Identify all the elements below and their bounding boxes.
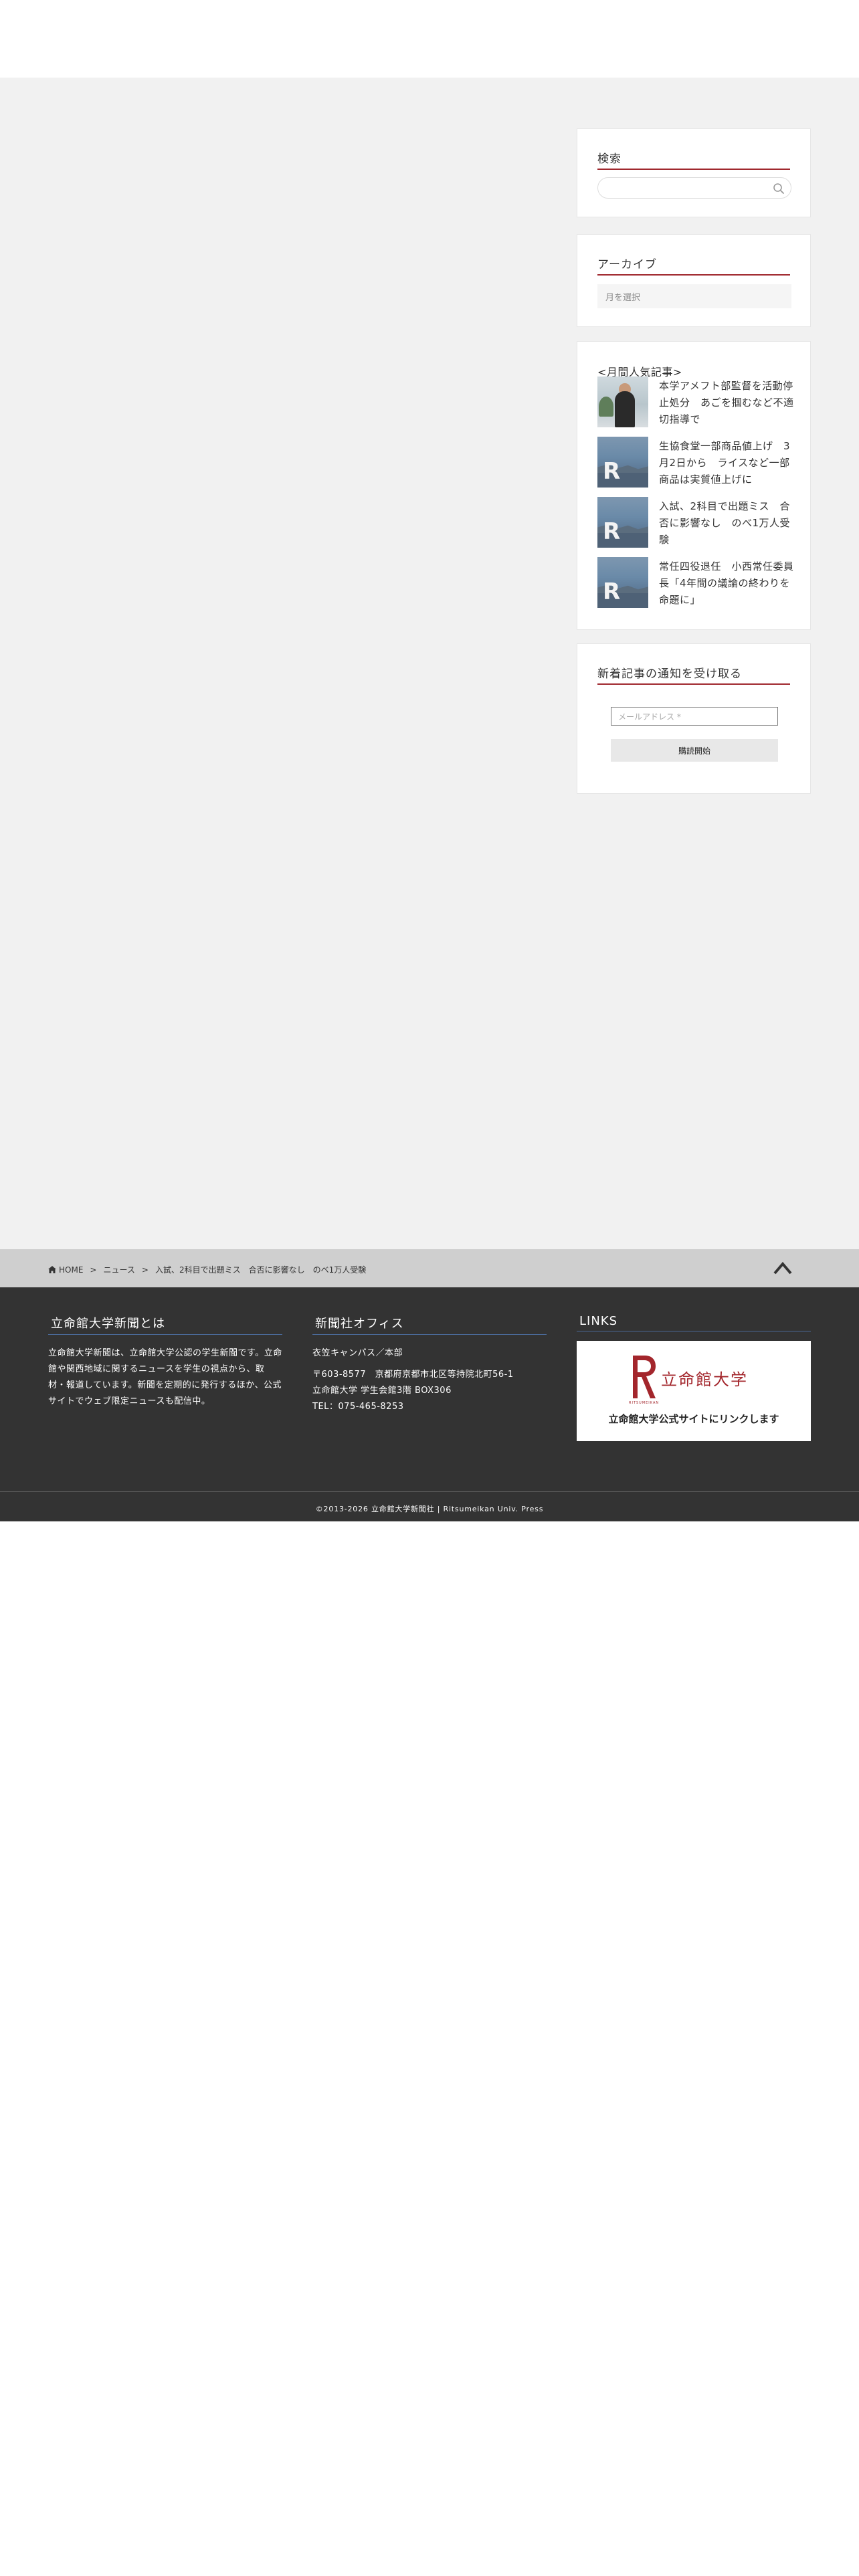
breadcrumb-separator: > (141, 1265, 149, 1275)
notification-widget: 新着記事の通知を受け取る メールアドレス * 購読開始 (577, 643, 811, 794)
article-thumbnail[interactable]: R (597, 497, 648, 548)
popular-article-item[interactable]: R 生協食堂一部商品値上げ 3月2日から ライスなど一部商品は実質値上げに (597, 437, 795, 489)
breadcrumb: HOME > ニュース > 入試、2科目で出題ミス 合否に影響なし のべ1万人受… (48, 1264, 366, 1275)
office-campus: 衣笠キャンパス／本部 (312, 1348, 403, 1358)
site-footer: 立命館大学新聞とは 立命館大学新聞は、立命館大学公認の学生新聞です。立命館や関西… (0, 1287, 859, 1491)
office-tel: TEL：075-465-8253 (312, 1402, 404, 1412)
article-title-link[interactable]: 入試、2科目で出題ミス 合否に影響なし のべ1万人受験 (659, 498, 796, 548)
search-icon[interactable] (772, 182, 785, 195)
breadcrumb-bar: HOME > ニュース > 入試、2科目で出題ミス 合否に影響なし のべ1万人受… (0, 1249, 859, 1287)
article-title-link[interactable]: 生協食堂一部商品値上げ 3月2日から ライスなど一部商品は実質値上げに (659, 438, 796, 488)
article-thumbnail[interactable]: R (597, 437, 648, 488)
breadcrumb-separator: > (90, 1265, 97, 1275)
university-logo-icon (633, 1356, 656, 1398)
footer-about-title: 立命館大学新聞とは (48, 1314, 282, 1335)
popular-article-item[interactable]: R 常任四役退任 小西常任委員長「4年間の議論の終わりを命題に」 (597, 557, 795, 609)
breadcrumb-current: 入試、2科目で出題ミス 合否に影響なし のべ1万人受験 (155, 1265, 367, 1275)
footer-about: 立命館大学新聞とは 立命館大学新聞は、立命館大学公認の学生新聞です。立命館や関西… (48, 1314, 282, 1410)
home-icon (48, 1266, 56, 1273)
footer-about-text: 立命館大学新聞は、立命館大学公認の学生新聞です。立命館や関西地域に関するニュース… (48, 1348, 282, 1406)
archive-widget: アーカイブ 月を選択 (577, 234, 811, 327)
university-site-banner[interactable]: 立命館大学 RITSUMEIKAN 立命館大学公式サイトにリンクします (577, 1341, 811, 1441)
popular-article-item[interactable]: 本学アメフト部監督を活動停止処分 あごを掴むなど不適切指導で (597, 377, 795, 429)
search-widget: 検索 (577, 128, 811, 217)
banner-tagline: 立命館大学公式サイトにリンクします (608, 1413, 779, 1425)
popular-articles-widget: <月間人気記事> 本学アメフト部監督を活動停止処分 あごを掴むなど不適切指導で … (577, 341, 811, 630)
site-header (0, 0, 859, 78)
footer-office-title: 新聞社オフィス (312, 1314, 547, 1335)
back-to-top-icon[interactable] (772, 1259, 793, 1277)
banner-university-sub: RITSUMEIKAN (629, 1401, 660, 1405)
footer-links-title: LINKS (577, 1314, 811, 1331)
banner-university-name: 立命館大学 (661, 1370, 748, 1389)
archive-widget-title: アーカイブ (597, 255, 790, 276)
copyright-bar: ©2013-2026 立命館大学新聞社 | Ritsumeikan Univ. … (0, 1491, 859, 1521)
breadcrumb-home-link[interactable]: HOME (59, 1265, 83, 1275)
office-address: 〒603-8577 京都府京都市北区等持院北町56-1 (312, 1370, 514, 1380)
article-thumbnail[interactable]: R (597, 557, 648, 608)
copyright-text: ©2013-2026 立命館大学新聞社 | Ritsumeikan Univ. … (315, 1505, 544, 1513)
email-field[interactable]: メールアドレス * (611, 707, 778, 726)
office-building: 立命館大学 学生会館3階 BOX306 (312, 1386, 452, 1396)
article-thumbnail[interactable] (597, 377, 648, 427)
popular-article-item[interactable]: R 入試、2科目で出題ミス 合否に影響なし のべ1万人受験 (597, 497, 795, 549)
search-widget-title: 検索 (597, 149, 790, 170)
footer-office: 新聞社オフィス 衣笠キャンパス／本部 〒603-8577 京都府京都市北区等持院… (312, 1314, 547, 1415)
notification-widget-title: 新着記事の通知を受け取る (597, 664, 790, 685)
article-title-link[interactable]: 常任四役退任 小西常任委員長「4年間の議論の終わりを命題に」 (659, 558, 796, 609)
article-title-link[interactable]: 本学アメフト部監督を活動停止処分 あごを掴むなど不適切指導で (659, 378, 796, 428)
footer-links: LINKS 立命館大学 RITSUMEIKAN 立命館大学公式サイトにリンクしま… (577, 1314, 811, 1441)
subscribe-button[interactable]: 購読開始 (611, 739, 778, 762)
search-input[interactable] (597, 177, 791, 199)
breadcrumb-news-link[interactable]: ニュース (103, 1264, 134, 1275)
archive-month-select[interactable]: 月を選択 (597, 284, 791, 308)
